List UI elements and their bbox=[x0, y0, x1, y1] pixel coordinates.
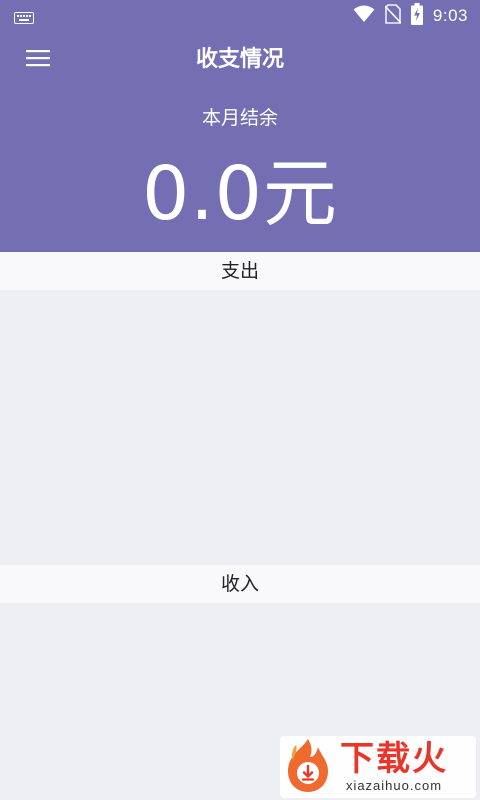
page-title: 收支情况 bbox=[195, 47, 284, 72]
balance-label: 本月结余 bbox=[201, 107, 278, 129]
watermark: 下载火 xiazaihuo.com bbox=[280, 736, 476, 798]
keyboard-icon bbox=[14, 9, 34, 28]
balance-amount: 0.0元 bbox=[142, 151, 338, 237]
battery-charging-icon bbox=[410, 3, 423, 29]
wifi-icon bbox=[353, 5, 375, 27]
expense-section-body bbox=[0, 290, 480, 565]
flame-download-icon bbox=[280, 735, 336, 799]
status-right: 9:03 bbox=[353, 3, 468, 29]
header: 收支情况 本月结余 0.0元 bbox=[0, 32, 480, 252]
expense-section-header: 支出 bbox=[0, 252, 480, 290]
status-bar: 9:03 bbox=[0, 0, 480, 32]
status-time: 9:03 bbox=[432, 6, 468, 25]
income-section-header: 收入 bbox=[0, 565, 480, 603]
status-left bbox=[14, 9, 34, 28]
watermark-domain: xiazaihuo.com bbox=[345, 778, 443, 793]
screen: 9:03 收支情况 本月结余 0.0元 支出 收入 下载火 xiazaihuo.… bbox=[0, 0, 480, 800]
watermark-text: 下载火 xiazaihuo.com bbox=[340, 740, 448, 794]
no-sim-icon bbox=[384, 4, 402, 28]
watermark-brand: 下载火 bbox=[340, 739, 448, 779]
